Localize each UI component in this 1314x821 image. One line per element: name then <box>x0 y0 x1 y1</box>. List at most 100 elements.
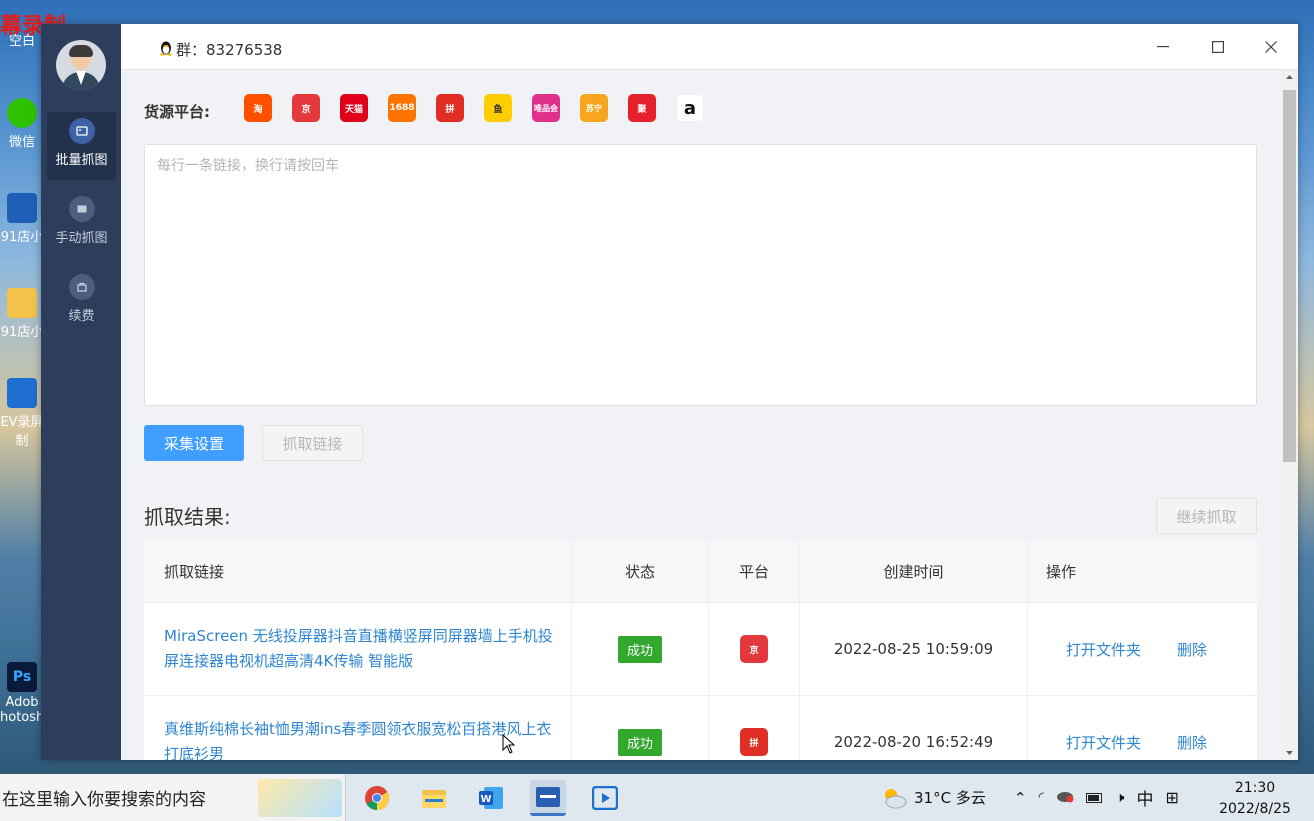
platform-pinduoduo-icon[interactable]: 拼 <box>436 94 464 122</box>
desktop-icon-label: 微信 <box>8 135 35 150</box>
image-batch-icon <box>68 118 95 144</box>
taskbar-file-explorer[interactable] <box>416 780 452 816</box>
platform-tmall-icon[interactable]: 天猫 <box>340 94 368 122</box>
photoshop-icon: Ps <box>7 662 37 692</box>
maximize-button[interactable] <box>1203 33 1233 61</box>
platform-jd-icon: 京 <box>740 635 768 663</box>
sidebar-item-label: 批量抓图 <box>55 153 108 168</box>
result-title: 抓取结果: <box>144 505 231 529</box>
column-header-link: 抓取链接 <box>144 540 572 602</box>
app-icon <box>536 786 560 807</box>
platform-jumei-icon[interactable]: 聚 <box>628 94 656 122</box>
sidebar-item-label: 手动抓图 <box>55 231 108 246</box>
chevron-up-icon[interactable]: ⌃ <box>1014 789 1027 807</box>
clock-date: 2022/8/25 <box>1219 801 1291 817</box>
table-row: 真维斯纯棉长袖t恤男潮ins春季圆领衣服宽松百搭港风上衣打底衫男 成功 拼 20… <box>144 696 1257 760</box>
onedrive-icon[interactable] <box>1056 789 1074 807</box>
platform-suning-icon[interactable]: 苏宁 <box>580 94 608 122</box>
minimize-button[interactable] <box>1148 33 1178 61</box>
taskbar-search-placeholder: 在这里输入你要搜索的内容 <box>2 790 206 810</box>
search-highlight-image <box>258 779 342 817</box>
desktop-icon-photoshop[interactable]: Ps Adob hotosh <box>0 662 44 725</box>
platform-vip-icon[interactable]: 唯品会 <box>532 94 560 122</box>
status-badge: 成功 <box>617 728 662 756</box>
taskbar-chrome[interactable] <box>359 780 395 816</box>
desktop-icon-app[interactable]: 91店小 <box>0 193 44 245</box>
system-tray: ⌃ ◜ 🕨 中 ⊞ <box>1014 774 1179 821</box>
desktop-icon-wechat[interactable]: 微信 <box>0 98 44 150</box>
renew-icon <box>68 274 95 300</box>
wechat-icon <box>7 98 37 128</box>
titlebar: 群：83276538 <box>121 24 1298 70</box>
weather-widget[interactable]: 31°C 多云 <box>880 774 986 821</box>
image-manual-icon <box>68 196 95 222</box>
mouse-cursor-icon <box>502 734 516 754</box>
app-icon <box>7 193 37 223</box>
taskbar-dianxiaoer[interactable] <box>530 780 566 816</box>
qq-group: 群：83276538 <box>159 39 282 60</box>
desktop-icon-folder[interactable]: 91店小 <box>0 288 44 340</box>
volume-muted-icon[interactable]: 🕨 <box>1116 790 1125 806</box>
collect-settings-button[interactable]: 采集设置 <box>144 425 244 461</box>
fetch-link-button[interactable]: 抓取链接 <box>262 425 363 461</box>
taskbar-ev-recorder[interactable] <box>587 780 623 816</box>
taskbar-search[interactable]: 在这里输入你要搜索的内容 <box>0 774 346 821</box>
chrome-icon <box>365 786 390 810</box>
network-icon[interactable]: ◜ <box>1039 790 1044 805</box>
vertical-scrollbar[interactable] <box>1281 70 1298 760</box>
taskbar-clock[interactable]: 21:30 2022/8/25 <box>1216 778 1294 820</box>
maximize-icon <box>1212 41 1224 53</box>
taskbar-word[interactable]: W <box>473 780 509 816</box>
created-time: 2022-08-20 16:52:49 <box>800 696 1028 760</box>
sidebar-item-manual-capture[interactable]: 手动抓图 <box>47 190 116 258</box>
content-area: 货源平台: 淘 京 天猫 1688 拼 鱼 唯品会 苏宁 聚 a 采集设置 抓取… <box>121 70 1281 760</box>
table-header: 抓取链接 状态 平台 创建时间 操作 <box>144 540 1257 603</box>
result-link[interactable]: MiraScreen 无线投屏器抖音直播横竖屏同屏器墙上手机投屏连接器电视机超高… <box>164 624 557 674</box>
sidebar: 批量抓图 手动抓图 续费 <box>41 24 121 760</box>
platform-taobao-icon[interactable]: 淘 <box>244 94 272 122</box>
open-folder-link[interactable]: 打开文件夹 <box>1066 732 1141 753</box>
folder-icon <box>422 790 446 808</box>
avatar[interactable] <box>56 40 106 90</box>
platform-pinduoduo-icon: 拼 <box>740 728 768 756</box>
close-button[interactable] <box>1256 33 1286 61</box>
sidebar-item-label: 续费 <box>68 309 95 324</box>
desktop-icon-recorder[interactable]: EV录屏 制 <box>0 378 44 449</box>
desktop-icon-label: 91店小 <box>0 325 44 340</box>
column-header-platform: 平台 <box>709 540 800 602</box>
platform-xianyu-icon[interactable]: 鱼 <box>484 94 512 122</box>
platform-amazon-icon[interactable]: a <box>676 94 704 122</box>
input-layout-icon[interactable]: ⊞ <box>1165 788 1178 807</box>
desktop-icon-label: 空白 <box>8 34 35 49</box>
svg-text:W: W <box>480 794 491 805</box>
link-input-box[interactable] <box>144 144 1257 406</box>
scroll-thumb[interactable] <box>1283 90 1296 462</box>
platform-jd-icon[interactable]: 京 <box>292 94 320 122</box>
recorder-icon <box>7 378 37 408</box>
desktop-icon-label: Adob <box>5 695 39 710</box>
source-platform-label: 货源平台: <box>144 103 210 121</box>
group-number: 群：83276538 <box>176 41 283 59</box>
main-panel: 群：83276538 货源平台: 淘 京 天猫 1688 拼 鱼 唯品会 苏宁 … <box>121 24 1298 760</box>
recorder-icon <box>592 786 618 810</box>
result-link[interactable]: 真维斯纯棉长袖t恤男潮ins春季圆领衣服宽松百搭港风上衣打底衫男 <box>164 717 557 760</box>
platform-1688-icon[interactable]: 1688 <box>388 94 416 122</box>
delete-link[interactable]: 删除 <box>1177 732 1207 753</box>
weather-text: 31°C 多云 <box>914 789 986 807</box>
battery-icon[interactable] <box>1085 789 1104 807</box>
table-row: MiraScreen 无线投屏器抖音直播横竖屏同屏器墙上手机投屏连接器电视机超高… <box>144 603 1257 696</box>
result-table: 抓取链接 状态 平台 创建时间 操作 MiraScreen 无线投屏器抖音直播横… <box>144 540 1257 760</box>
sidebar-item-batch-capture[interactable]: 批量抓图 <box>47 112 116 180</box>
column-header-status: 状态 <box>572 540 709 602</box>
ime-indicator[interactable]: 中 <box>1136 785 1153 810</box>
open-folder-link[interactable]: 打开文件夹 <box>1066 639 1141 660</box>
desktop-icon-blank[interactable]: 空白 <box>0 30 44 49</box>
close-icon <box>1265 41 1277 53</box>
sidebar-item-renew[interactable]: 续费 <box>47 268 116 336</box>
delete-link[interactable]: 删除 <box>1177 639 1207 660</box>
link-input[interactable] <box>145 145 1256 405</box>
column-header-actions: 操作 <box>1046 562 1077 581</box>
taskbar: 在这里输入你要搜索的内容 W 31°C 多云 ⌃ ◜ 🕨 中 ⊞ 21:30 2… <box>0 774 1314 821</box>
scroll-up-icon <box>1286 75 1293 79</box>
continue-fetch-button[interactable]: 继续抓取 <box>1156 498 1257 534</box>
